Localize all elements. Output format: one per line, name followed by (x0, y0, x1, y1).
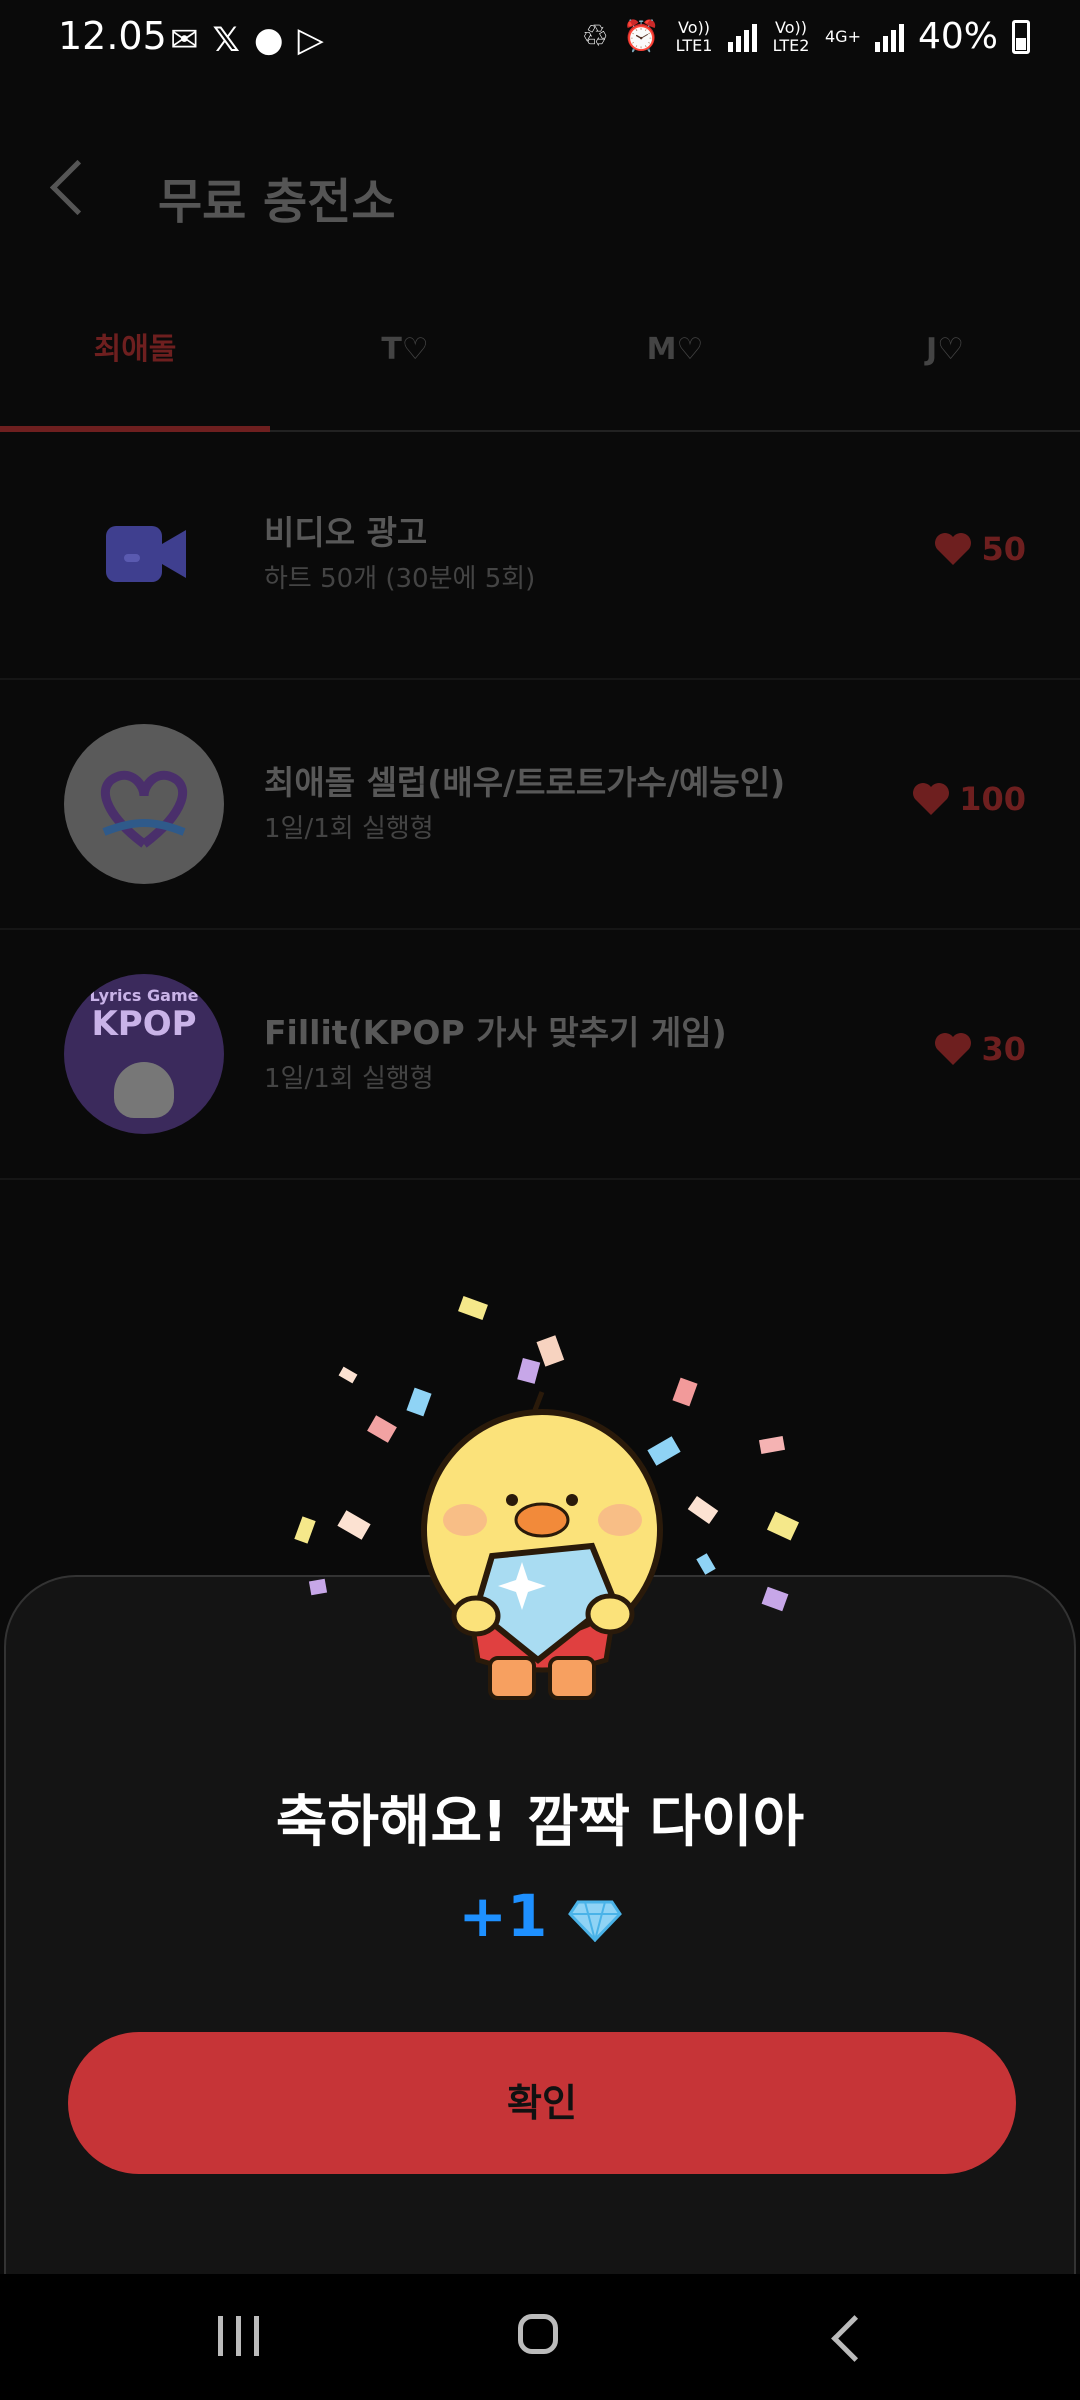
home-icon[interactable] (518, 2314, 558, 2354)
status-time: 12.05 (58, 14, 167, 58)
network-lte2: Vo)) LTE2 (772, 17, 810, 55)
item-title: 비디오 광고 (264, 513, 428, 552)
notification-icons: ✉ 𝕏 ● ▷ (170, 20, 324, 60)
battery-percent: 40% (917, 16, 998, 57)
tab-bar: 최애돌 T♡ M♡ J♡ (0, 270, 1080, 432)
list-item-celeb[interactable]: 최애돌 셀럽(배우/트로트가수/예능인) 1일/1회 실행형 100 (0, 680, 1080, 930)
recent-apps-icon[interactable] (218, 2316, 262, 2356)
heart-icon (935, 533, 972, 565)
chick-mascot-illustration (294, 1296, 800, 1700)
celeb-app-logo (64, 724, 224, 884)
network-4g: 4G+ (825, 26, 861, 46)
heart-icon (913, 783, 950, 815)
x-app-icon: 𝕏 (212, 20, 240, 60)
alarm-icon: ⏰ (622, 19, 660, 54)
diamond-icon (567, 1900, 622, 1944)
item-subtitle: 1일/1회 실행형 (264, 1064, 434, 1094)
reward-amount: 50 (981, 530, 1026, 568)
video-camera-icon (64, 474, 224, 634)
recycle-icon: ♲ (581, 19, 609, 54)
confirm-button[interactable]: 확인 (68, 2032, 1016, 2174)
kpop-game-logo: Lyrics Game KPOP (64, 974, 224, 1134)
mascot-face-icon (114, 1062, 174, 1118)
chat-bubble-icon: ● (253, 20, 284, 60)
system-icons: ♲ ⏰ Vo)) LTE1 Vo)) LTE2 4G+ 40% (582, 16, 1030, 57)
signal-icon (874, 22, 904, 52)
item-subtitle: 1일/1회 실행형 (264, 814, 434, 844)
tab-choiaedol[interactable]: 최애돌 (0, 270, 270, 430)
kpop-logo-line1: Lyrics Game (89, 986, 199, 1005)
nav-back-icon[interactable] (831, 2315, 878, 2362)
heart-reward: 100 (911, 780, 1026, 818)
reward-amount: 100 (959, 780, 1026, 818)
back-arrow-icon[interactable] (49, 159, 106, 216)
reward-amount: 30 (981, 1030, 1026, 1068)
sheet-title: 축하해요! 깜짝 다이아 (275, 1790, 805, 1855)
item-title: Fillit(KPOP 가사 맞추기 게임) (264, 1013, 727, 1052)
mail-icon: ✉ (170, 20, 199, 60)
item-subtitle: 하트 50개 (30분에 5회) (264, 564, 536, 594)
list-item-video-ad[interactable]: 비디오 광고 하트 50개 (30분에 5회) 50 (0, 430, 1080, 680)
system-nav-bar (0, 2274, 1080, 2400)
tab-m-heart[interactable]: M♡ (540, 270, 810, 430)
heart-icon (935, 1033, 972, 1065)
diamond-reward: +1 (6, 1882, 1074, 1950)
list-item-fillit[interactable]: Lyrics Game KPOP Fillit(KPOP 가사 맞추기 게임) … (0, 930, 1080, 1180)
offer-list: 비디오 광고 하트 50개 (30분에 5회) 50 최애돌 셀럽(배우/트로트… (0, 430, 1080, 1180)
page-title: 무료 충전소 (158, 174, 396, 230)
play-store-icon: ▷ (297, 20, 324, 60)
status-bar: 12.05 ✉ 𝕏 ● ▷ ♲ ⏰ Vo)) LTE1 Vo)) LTE2 4G… (0, 0, 1080, 80)
heart-reward: 30 (933, 1030, 1026, 1068)
app-bar: 무료 충전소 (0, 120, 1080, 270)
item-title: 최애돌 셀럽(배우/트로트가수/예능인) (264, 763, 786, 802)
tab-t-heart[interactable]: T♡ (270, 270, 540, 430)
tab-j-heart[interactable]: J♡ (810, 270, 1080, 430)
diamond-reward-amount: +1 (458, 1882, 548, 1950)
network-lte1: Vo)) LTE1 (675, 17, 713, 55)
signal-icon (728, 22, 757, 52)
heart-reward: 50 (933, 530, 1026, 568)
kpop-logo-line2: KPOP (91, 1004, 197, 1044)
battery-icon (1012, 19, 1030, 54)
